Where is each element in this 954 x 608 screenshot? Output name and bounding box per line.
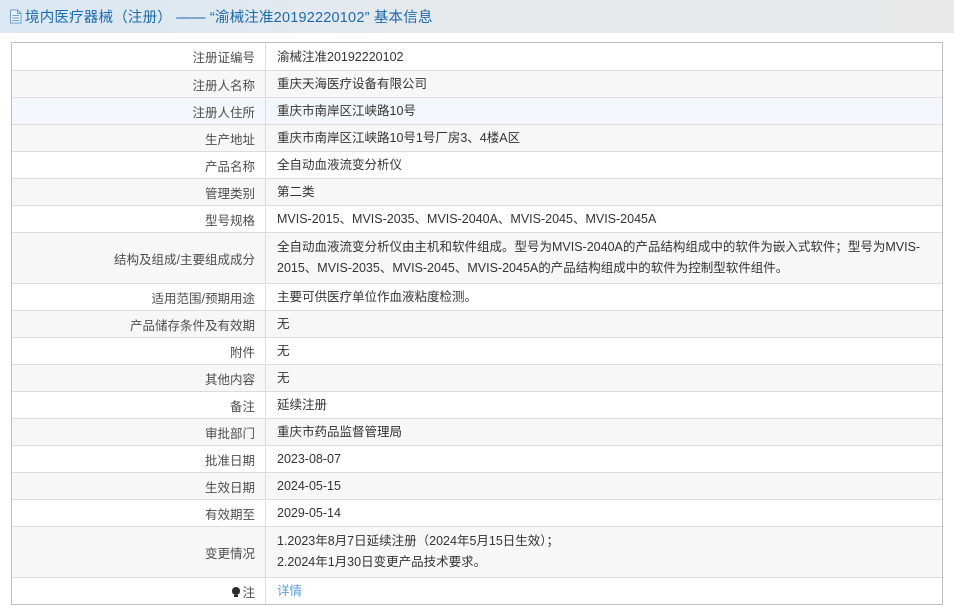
row-value: 第二类 (266, 179, 942, 205)
document-icon (9, 9, 22, 24)
row-value: 2024-05-15 (266, 473, 942, 499)
page-title: 境内医疗器械（注册） —— “渝械注准20192220102” 基本信息 (25, 6, 433, 27)
row-label: 备注 (12, 392, 266, 418)
row-label: 变更情况 (12, 527, 266, 577)
table-row: 备注 延续注册 (12, 391, 942, 418)
row-value-line: 1.2023年8月7日延续注册（2024年5月15日生效）； (277, 531, 930, 552)
row-label: 注册人名称 (12, 71, 266, 97)
row-value: 重庆市药品监督管理局 (266, 419, 942, 445)
row-value: 1.2023年8月7日延续注册（2024年5月15日生效）；2.2024年1月3… (266, 527, 942, 577)
row-label: 审批部门 (12, 419, 266, 445)
row-label: 有效期至 (12, 500, 266, 526)
row-label: 生效日期 (12, 473, 266, 499)
page: 境内医疗器械（注册） —— “渝械注准20192220102” 基本信息 注册证… (0, 0, 954, 605)
table-row: 管理类别 第二类 (12, 178, 942, 205)
row-label: 产品储存条件及有效期 (12, 311, 266, 337)
table-row: 适用范围/预期用途 主要可供医疗单位作血液粘度检测。 (12, 283, 942, 310)
row-value: 延续注册 (266, 392, 942, 418)
table-row: 注册人名称 重庆天海医疗设备有限公司 (12, 70, 942, 97)
row-label: 适用范围/预期用途 (12, 284, 266, 310)
row-value: 无 (266, 338, 942, 364)
row-label: 生产地址 (12, 125, 266, 151)
row-value: 渝械注准20192220102 (266, 43, 942, 70)
table-row: 结构及组成/主要组成成分 全自动血液流变分析仪由主机和软件组成。型号为MVIS-… (12, 232, 942, 283)
table-row: 其他内容 无 (12, 364, 942, 391)
row-value: 全自动血液流变分析仪由主机和软件组成。型号为MVIS-2040A的产品结构组成中… (266, 233, 942, 283)
details-link[interactable]: 详情 (277, 581, 930, 601)
row-label: 附件 (12, 338, 266, 364)
row-value: 无 (266, 365, 942, 391)
row-label: 管理类别 (12, 179, 266, 205)
row-label: 注 (12, 578, 266, 604)
table-row: 审批部门 重庆市药品监督管理局 (12, 418, 942, 445)
row-value: 重庆天海医疗设备有限公司 (266, 71, 942, 97)
row-label: 注册证编号 (12, 43, 266, 70)
row-value: 2029-05-14 (266, 500, 942, 526)
row-value: 无 (266, 311, 942, 337)
table-row: 型号规格 MVIS-2015、MVIS-2035、MVIS-2040A、MVIS… (12, 205, 942, 232)
row-value: 主要可供医疗单位作血液粘度检测。 (266, 284, 942, 310)
table-row: 变更情况 1.2023年8月7日延续注册（2024年5月15日生效）；2.202… (12, 526, 942, 577)
row-value: 全自动血液流变分析仪 (266, 152, 942, 178)
table-row: 注册人住所 重庆市南岸区江峡路10号 (12, 97, 942, 124)
table-row: 注 详情 (12, 577, 942, 604)
table-row: 产品名称 全自动血液流变分析仪 (12, 151, 942, 178)
table-row: 注册证编号 渝械注准20192220102 (12, 43, 942, 70)
row-value: MVIS-2015、MVIS-2035、MVIS-2040A、MVIS-2045… (266, 206, 942, 232)
table-row: 生产地址 重庆市南岸区江峡路10号1号厂房3、4楼A区 (12, 124, 942, 151)
row-label: 型号规格 (12, 206, 266, 232)
table-row: 附件 无 (12, 337, 942, 364)
table-row: 产品储存条件及有效期 无 (12, 310, 942, 337)
title-bar: 境内医疗器械（注册） —— “渝械注准20192220102” 基本信息 (0, 0, 954, 33)
table-row: 批准日期 2023-08-07 (12, 445, 942, 472)
row-value: 详情 (266, 578, 942, 604)
row-value: 重庆市南岸区江峡路10号 (266, 98, 942, 124)
row-label: 产品名称 (12, 152, 266, 178)
row-label: 批准日期 (12, 446, 266, 472)
bulb-icon (232, 587, 240, 595)
registration-info-table: 注册证编号 渝械注准20192220102 注册人名称 重庆天海医疗设备有限公司… (11, 42, 943, 605)
table-row: 有效期至 2029-05-14 (12, 499, 942, 526)
row-value-line: 2.2024年1月30日变更产品技术要求。 (277, 552, 930, 573)
table-row: 生效日期 2024-05-15 (12, 472, 942, 499)
row-label: 注册人住所 (12, 98, 266, 124)
row-value: 2023-08-07 (266, 446, 942, 472)
row-label: 结构及组成/主要组成成分 (12, 233, 266, 283)
row-label: 其他内容 (12, 365, 266, 391)
row-value: 重庆市南岸区江峡路10号1号厂房3、4楼A区 (266, 125, 942, 151)
